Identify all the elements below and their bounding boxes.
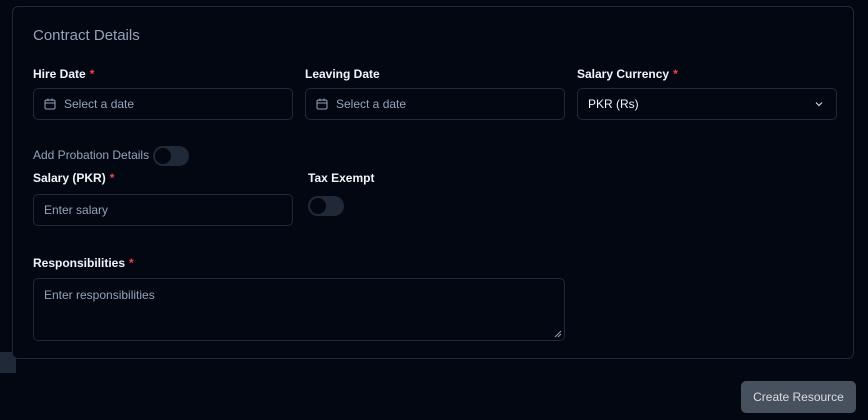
responsibilities-label: Responsibilities * [33, 256, 134, 270]
hire-date-label: Hire Date * [33, 67, 95, 81]
responsibilities-textarea[interactable]: Enter responsibilities [33, 278, 565, 341]
card-title: Contract Details [33, 27, 140, 44]
responsibilities-placeholder: Enter responsibilities [44, 288, 155, 302]
tax-exempt-label: Tax Exempt [308, 171, 375, 185]
salary-currency-value: PKR (Rs) [588, 97, 639, 111]
leaving-date-picker[interactable]: Select a date [305, 88, 565, 120]
salary-input[interactable]: Enter salary [33, 194, 293, 226]
hire-date-placeholder: Select a date [64, 97, 135, 111]
chevron-down-icon [815, 102, 823, 107]
required-mark: * [673, 67, 678, 81]
leaving-date-placeholder: Select a date [336, 97, 407, 111]
contract-details-card: Contract Details Hire Date * Select a dat… [12, 6, 854, 359]
salary-label: Salary (PKR) * [33, 171, 115, 185]
required-mark: * [109, 171, 115, 185]
resize-handle-icon[interactable] [554, 330, 562, 338]
leaving-date-label: Leaving Date [305, 67, 380, 81]
calendar-icon [316, 98, 328, 110]
probation-label: Add Probation Details [33, 148, 150, 162]
hire-date-picker[interactable]: Select a date [33, 88, 293, 120]
toggle-knob [155, 148, 171, 164]
salary-currency-select[interactable]: PKR (Rs) [577, 88, 837, 120]
toggle-knob [310, 198, 326, 214]
required-mark: * [129, 256, 134, 270]
salary-placeholder: Enter salary [44, 203, 109, 217]
calendar-icon [44, 98, 56, 110]
salary-currency-label: Salary Currency * [577, 67, 678, 81]
probation-toggle[interactable] [153, 146, 189, 166]
required-mark: * [89, 67, 95, 81]
tax-exempt-toggle[interactable] [308, 196, 344, 216]
create-resource-button[interactable]: Create Resource [741, 381, 856, 413]
